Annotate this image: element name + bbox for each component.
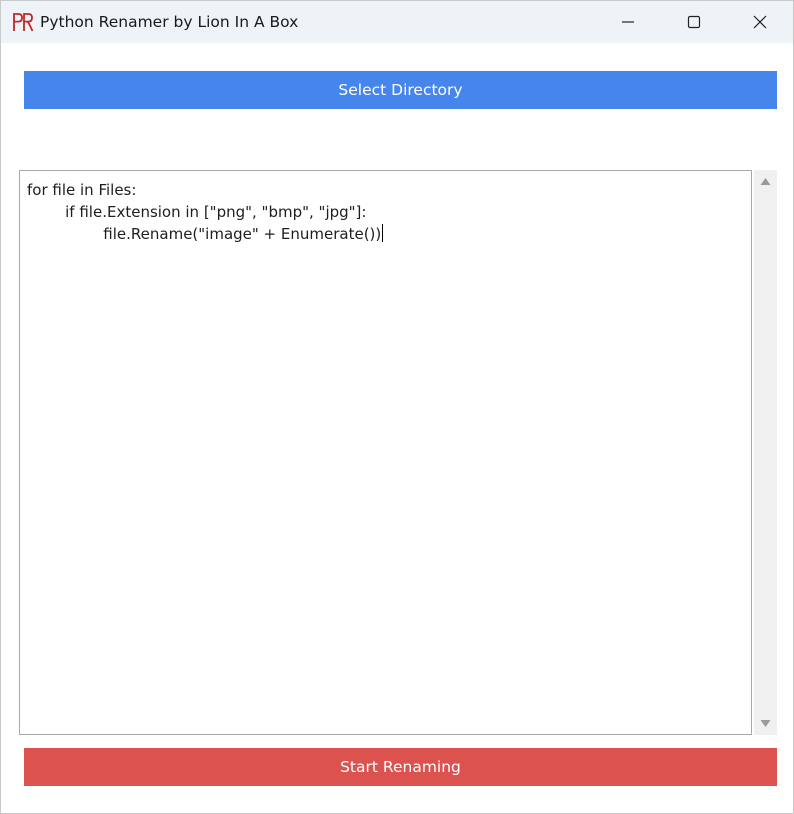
close-icon <box>753 15 767 29</box>
app-window: Python Renamer by Lion In A Box Select D… <box>0 0 794 814</box>
scroll-down-icon[interactable] <box>759 717 772 730</box>
minimize-button[interactable] <box>595 1 661 43</box>
editor-scrollbar[interactable] <box>754 170 777 735</box>
select-directory-button[interactable]: Select Directory <box>24 71 777 109</box>
text-caret <box>382 224 384 242</box>
maximize-button[interactable] <box>661 1 727 43</box>
code-line: if file.Extension in ["png", "bmp", "jpg… <box>27 203 367 221</box>
window-title: Python Renamer by Lion In A Box <box>40 13 299 31</box>
scroll-up-icon[interactable] <box>759 175 772 188</box>
code-line: file.Rename("image" + Enumerate()) <box>27 224 384 243</box>
close-button[interactable] <box>727 1 793 43</box>
title-bar[interactable]: Python Renamer by Lion In A Box <box>1 1 793 43</box>
script-editor[interactable]: for file in Files: if file.Extension in … <box>19 170 752 735</box>
start-renaming-button[interactable]: Start Renaming <box>24 748 777 786</box>
pr-logo-icon <box>12 11 34 33</box>
code-line: for file in Files: <box>27 181 137 199</box>
maximize-icon <box>687 15 701 29</box>
minimize-icon <box>622 21 634 23</box>
